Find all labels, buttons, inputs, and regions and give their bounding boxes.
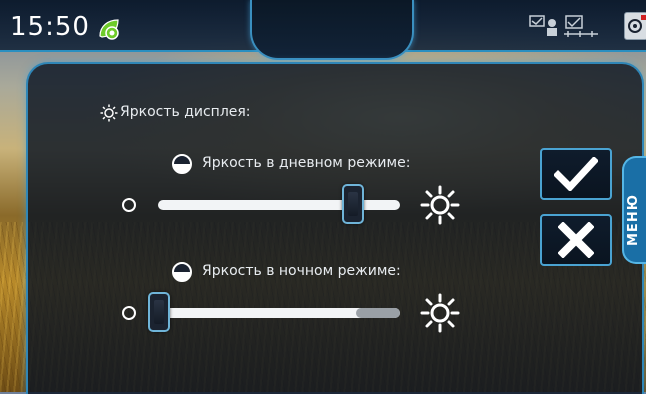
menu-tab[interactable]: МЕНЮ	[622, 156, 646, 264]
max-brightness-icon	[420, 293, 460, 333]
night-brightness-track-end	[356, 308, 400, 318]
sun-icon	[100, 104, 118, 122]
min-brightness-icon	[122, 198, 136, 212]
day-brightness-label: Яркость в дневном режиме:	[202, 155, 411, 171]
day-mode-icon	[172, 154, 192, 174]
night-brightness-thumb[interactable]	[148, 292, 170, 332]
camera-icon[interactable]	[624, 12, 646, 40]
confirm-button[interactable]	[540, 148, 612, 200]
display-brightness-title: Яркость дисплея:	[120, 104, 251, 120]
night-brightness-label: Яркость в ночном режиме:	[202, 263, 401, 279]
top-status-bar: 15:50	[0, 0, 646, 60]
network-icon[interactable]	[528, 14, 602, 40]
menu-tab-label: МЕНЮ	[626, 194, 641, 246]
day-brightness-thumb[interactable]	[342, 184, 364, 224]
clock: 15:50	[10, 12, 90, 42]
check-icon	[554, 157, 598, 191]
top-center-notch	[250, 0, 414, 60]
min-brightness-icon	[122, 306, 136, 320]
close-icon	[558, 222, 594, 258]
leaf-icon	[99, 19, 119, 40]
cancel-button[interactable]	[540, 214, 612, 266]
night-mode-icon	[172, 262, 192, 282]
max-brightness-icon	[420, 185, 460, 225]
